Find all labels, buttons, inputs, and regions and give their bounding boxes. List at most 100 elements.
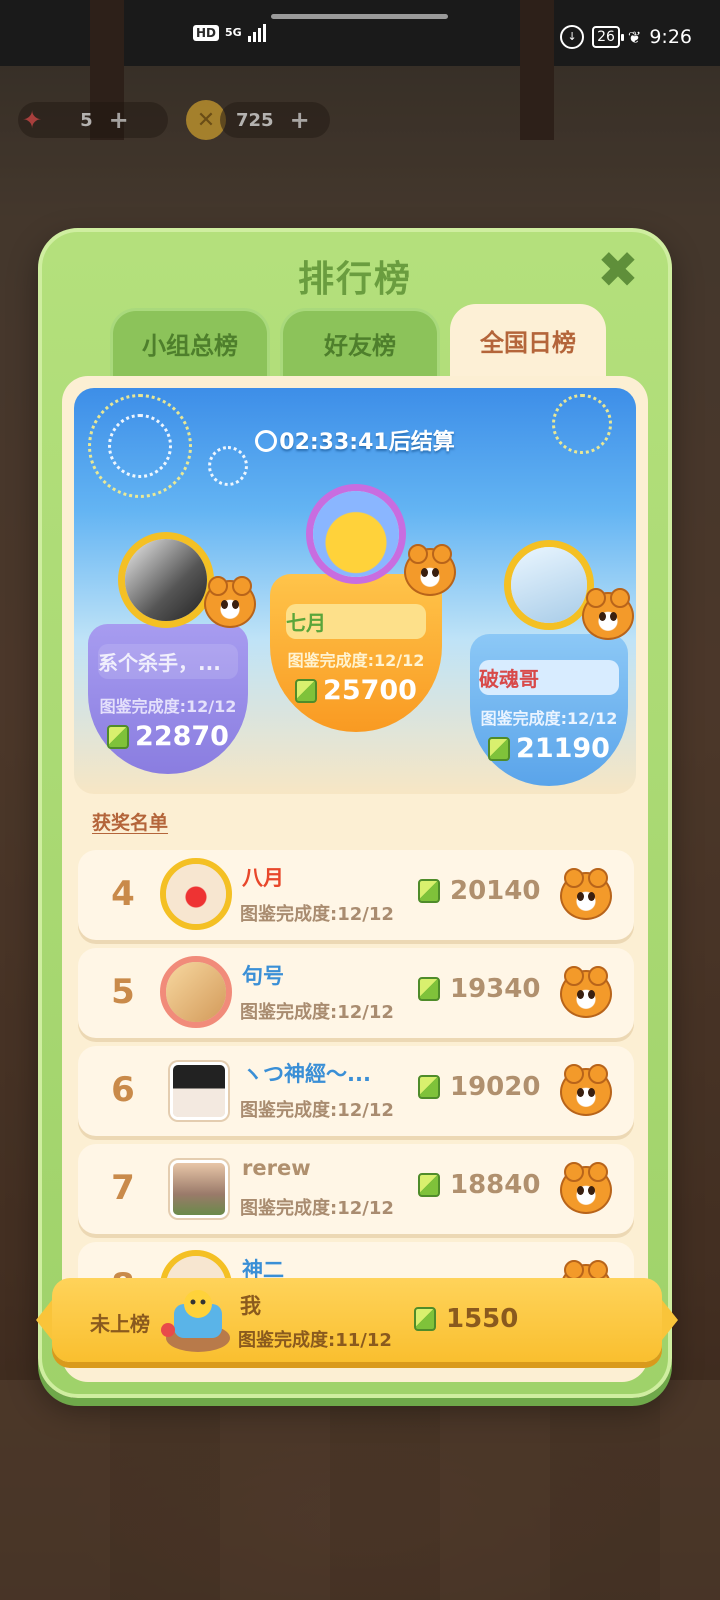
data-saver-icon: ↓ bbox=[560, 25, 585, 49]
tiger-badge-icon bbox=[582, 588, 634, 640]
podium-third-score: 21190 bbox=[516, 733, 610, 764]
podium-third[interactable]: 破魂哥 图鉴完成度:12/12 21190 bbox=[470, 634, 628, 786]
my-progress: 图鉴完成度:11/12 bbox=[238, 1330, 392, 1351]
stamina-value: 5 bbox=[80, 109, 93, 131]
leaderboard-content: 02:33:41后结算 系个杀手，... 图鉴完成度:12/12 22870 七… bbox=[62, 376, 648, 1382]
podium-third-avatar[interactable] bbox=[504, 540, 594, 630]
podium-first[interactable]: 七月 图鉴完成度:12/12 25700 bbox=[270, 574, 442, 732]
player-score: 19340 bbox=[450, 974, 541, 1004]
podium-third-score-row: 21190 bbox=[488, 733, 610, 764]
podium-first-progress: 图鉴完成度:12/12 bbox=[287, 651, 425, 670]
player-score: 18840 bbox=[450, 1170, 541, 1200]
tiger-badge-icon bbox=[560, 1064, 612, 1116]
tiger-badge-icon bbox=[560, 966, 612, 1018]
coin-value: 725 bbox=[236, 109, 274, 131]
player-score: 19020 bbox=[450, 1072, 541, 1102]
player-name: ヽつ神經～... bbox=[242, 1062, 371, 1086]
tiger-badge-icon bbox=[204, 576, 256, 628]
status-right: ↓ 26 ❦ 9:26 bbox=[560, 25, 692, 49]
network-label: 5G bbox=[225, 26, 242, 39]
tiger-badge-icon bbox=[560, 868, 612, 920]
player-name: 句号 bbox=[242, 964, 284, 988]
tab-group-total[interactable]: 小组总榜 bbox=[110, 308, 270, 376]
stamina-chip[interactable]: ✦ 5 + bbox=[18, 102, 168, 138]
player-name: 八月 bbox=[242, 866, 284, 890]
resource-bar: ✦ 5 + ✕ 725 + bbox=[18, 100, 330, 140]
podium-third-name: 破魂哥 bbox=[479, 660, 619, 695]
avatar[interactable] bbox=[160, 858, 232, 930]
cube-icon bbox=[107, 724, 130, 749]
avatar[interactable] bbox=[160, 956, 232, 1028]
score-row: 20140 bbox=[418, 876, 540, 906]
podium-second-progress: 图鉴完成度:12/12 bbox=[99, 697, 237, 716]
tab-friends[interactable]: 好友榜 bbox=[280, 308, 440, 376]
podium-first-avatar[interactable] bbox=[306, 484, 406, 584]
podium-hero: 02:33:41后结算 系个杀手，... 图鉴完成度:12/12 22870 七… bbox=[74, 388, 636, 794]
podium-third-progress: 图鉴完成度:12/12 bbox=[480, 709, 618, 728]
ranking-row[interactable]: 7 rerew 图鉴完成度:12/12 18840 bbox=[78, 1144, 634, 1234]
podium-second-avatar[interactable] bbox=[118, 532, 214, 628]
battery-icon: 26 bbox=[592, 26, 624, 48]
score-row: 19020 bbox=[418, 1072, 540, 1102]
my-avatar-icon bbox=[161, 1290, 230, 1352]
podium-first-score: 25700 bbox=[323, 675, 417, 706]
score-row: 19340 bbox=[418, 974, 540, 1004]
avatar[interactable] bbox=[170, 1062, 228, 1120]
award-list-title: 获奖名单 bbox=[92, 812, 169, 834]
score-row: 18840 bbox=[418, 1170, 540, 1200]
status-left: HD 5G bbox=[193, 24, 266, 42]
add-coin-icon[interactable]: + bbox=[290, 106, 310, 134]
player-score: 20140 bbox=[450, 876, 541, 906]
leaderboard-panel: 排行榜 ✖ 小组总榜 好友榜 全国日榜 02:33:41后结算 系个杀手，...… bbox=[38, 228, 672, 1398]
ranking-row[interactable]: 5 句号 图鉴完成度:12/12 19340 bbox=[78, 948, 634, 1038]
cube-icon bbox=[418, 1173, 440, 1197]
clock-time: 9:26 bbox=[649, 26, 692, 48]
player-progress: 图鉴完成度:12/12 bbox=[240, 1100, 394, 1121]
rank-number: 4 bbox=[111, 874, 135, 914]
cube-icon bbox=[418, 879, 440, 903]
panel-title: 排行榜 bbox=[297, 259, 412, 300]
cube-icon bbox=[488, 736, 511, 761]
hd-icon: HD bbox=[193, 25, 220, 41]
leaf-icon: ❦ bbox=[627, 27, 642, 47]
ranking-row[interactable]: 4 八月 图鉴完成度:12/12 20140 bbox=[78, 850, 634, 940]
podium-second-score-row: 22870 bbox=[107, 721, 229, 752]
ranking-row[interactable]: 6 ヽつ神經～... 图鉴完成度:12/12 19020 bbox=[78, 1046, 634, 1136]
tiger-badge-icon bbox=[404, 544, 456, 596]
tiger-badge-icon bbox=[560, 1162, 612, 1214]
my-avatar[interactable] bbox=[160, 1286, 236, 1356]
status-bar: HD 5G ↓ 26 ❦ 9:26 bbox=[0, 0, 720, 66]
player-progress: 图鉴完成度:12/12 bbox=[240, 1002, 394, 1023]
my-rank-status: 未上榜 bbox=[90, 1312, 150, 1336]
player-progress: 图鉴完成度:12/12 bbox=[240, 1198, 394, 1219]
cube-icon bbox=[414, 1307, 436, 1331]
timer-suffix: 后结算 bbox=[388, 430, 455, 455]
cube-icon bbox=[418, 1075, 440, 1099]
podium-second-name: 系个杀手，... bbox=[98, 644, 238, 679]
close-icon: ✖ bbox=[597, 241, 639, 299]
signal-icon bbox=[247, 24, 266, 42]
clock-icon bbox=[255, 430, 278, 452]
ranking-list: 4 八月 图鉴完成度:12/12 20140 5 句号 图鉴完成度:12/12 … bbox=[78, 850, 634, 1340]
podium-second-score: 22870 bbox=[135, 721, 229, 752]
podium-second[interactable]: 系个杀手，... 图鉴完成度:12/12 22870 bbox=[88, 624, 248, 774]
notch-pill bbox=[271, 14, 448, 19]
podium-first-score-row: 25700 bbox=[295, 675, 417, 706]
timer-value: 02:33:41 bbox=[279, 430, 389, 455]
player-name: rerew bbox=[242, 1156, 311, 1180]
my-rank-bar[interactable]: 未上榜 我 图鉴完成度:11/12 1550 bbox=[36, 1278, 678, 1362]
cube-icon bbox=[418, 977, 440, 1001]
firecracker-icon: ✦ bbox=[22, 106, 43, 134]
rank-number: 7 bbox=[111, 1168, 135, 1208]
rank-number: 5 bbox=[111, 972, 135, 1012]
tab-bar: 小组总榜 好友榜 全国日榜 bbox=[110, 304, 606, 376]
my-name: 我 bbox=[240, 1294, 261, 1318]
tab-national-daily[interactable]: 全国日榜 bbox=[450, 304, 606, 376]
my-score: 1550 bbox=[446, 1304, 519, 1334]
coin-chip[interactable]: 725 + bbox=[220, 102, 330, 138]
avatar[interactable] bbox=[170, 1160, 228, 1218]
close-button[interactable]: ✖ bbox=[596, 245, 640, 295]
settlement-timer: 02:33:41后结算 bbox=[74, 424, 636, 456]
cube-icon bbox=[295, 678, 318, 703]
add-stamina-icon[interactable]: + bbox=[109, 106, 129, 134]
